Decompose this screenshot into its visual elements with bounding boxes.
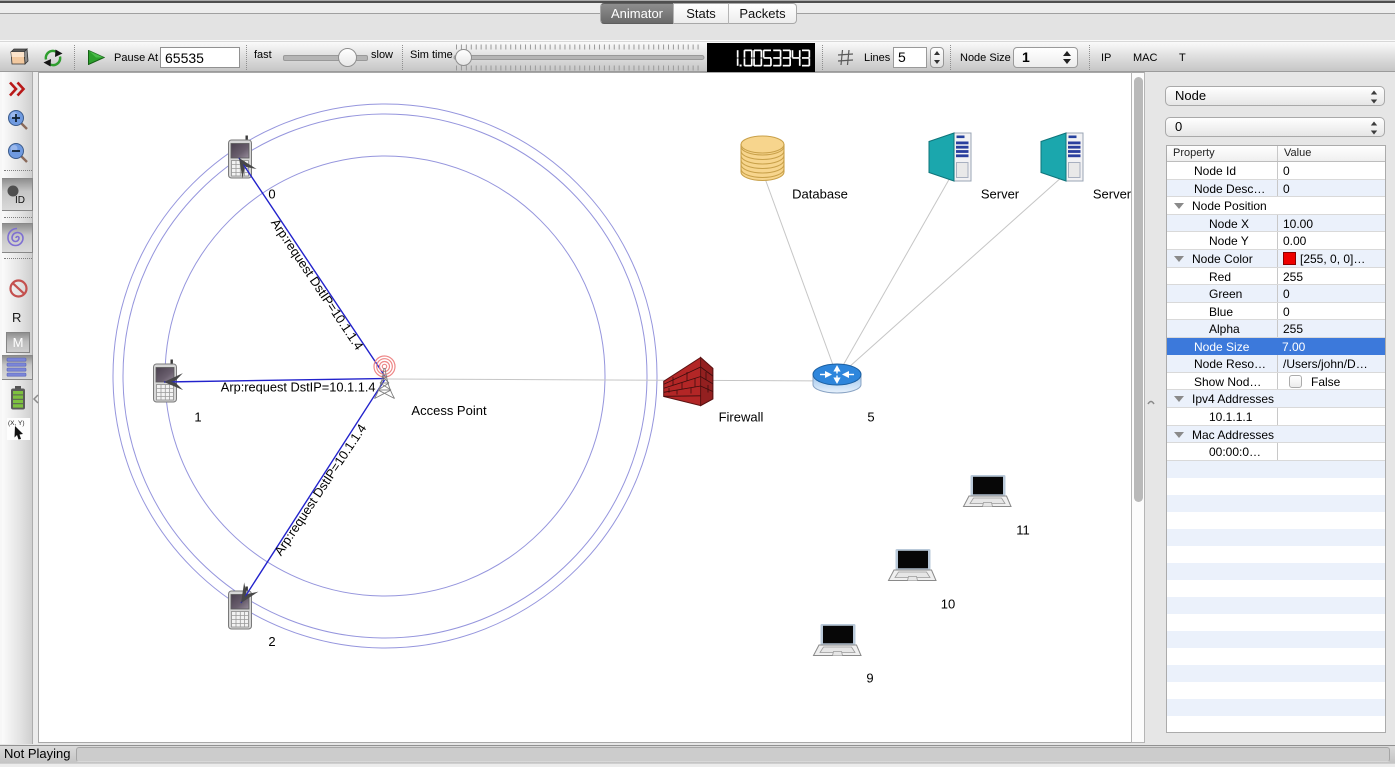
svg-text:Access Point: Access Point xyxy=(411,403,487,418)
svg-text:10: 10 xyxy=(941,597,955,612)
svg-text:Arp:request DstIP=10.1.1.4: Arp:request DstIP=10.1.1.4 xyxy=(271,421,369,558)
svg-text:11: 11 xyxy=(1016,523,1030,538)
svg-text:Server: Server xyxy=(981,187,1020,202)
svg-text:Database: Database xyxy=(792,187,848,202)
svg-text:0: 0 xyxy=(268,187,275,202)
svg-text:Arp:request DstIP=10.1.1.4: Arp:request DstIP=10.1.1.4 xyxy=(221,380,376,395)
svg-text:ID: ID xyxy=(15,195,25,206)
svg-text:Arp:request DstIP=10.1.1.4: Arp:request DstIP=10.1.1.4 xyxy=(268,216,367,353)
svg-text:9: 9 xyxy=(866,671,873,686)
svg-text:Server: Server xyxy=(1093,187,1132,202)
svg-text:5: 5 xyxy=(867,410,874,425)
svg-text:Firewall: Firewall xyxy=(719,410,764,425)
svg-text:1: 1 xyxy=(194,410,201,425)
svg-text:2: 2 xyxy=(268,634,275,649)
svg-text:(X, Y): (X, Y) xyxy=(8,420,25,427)
